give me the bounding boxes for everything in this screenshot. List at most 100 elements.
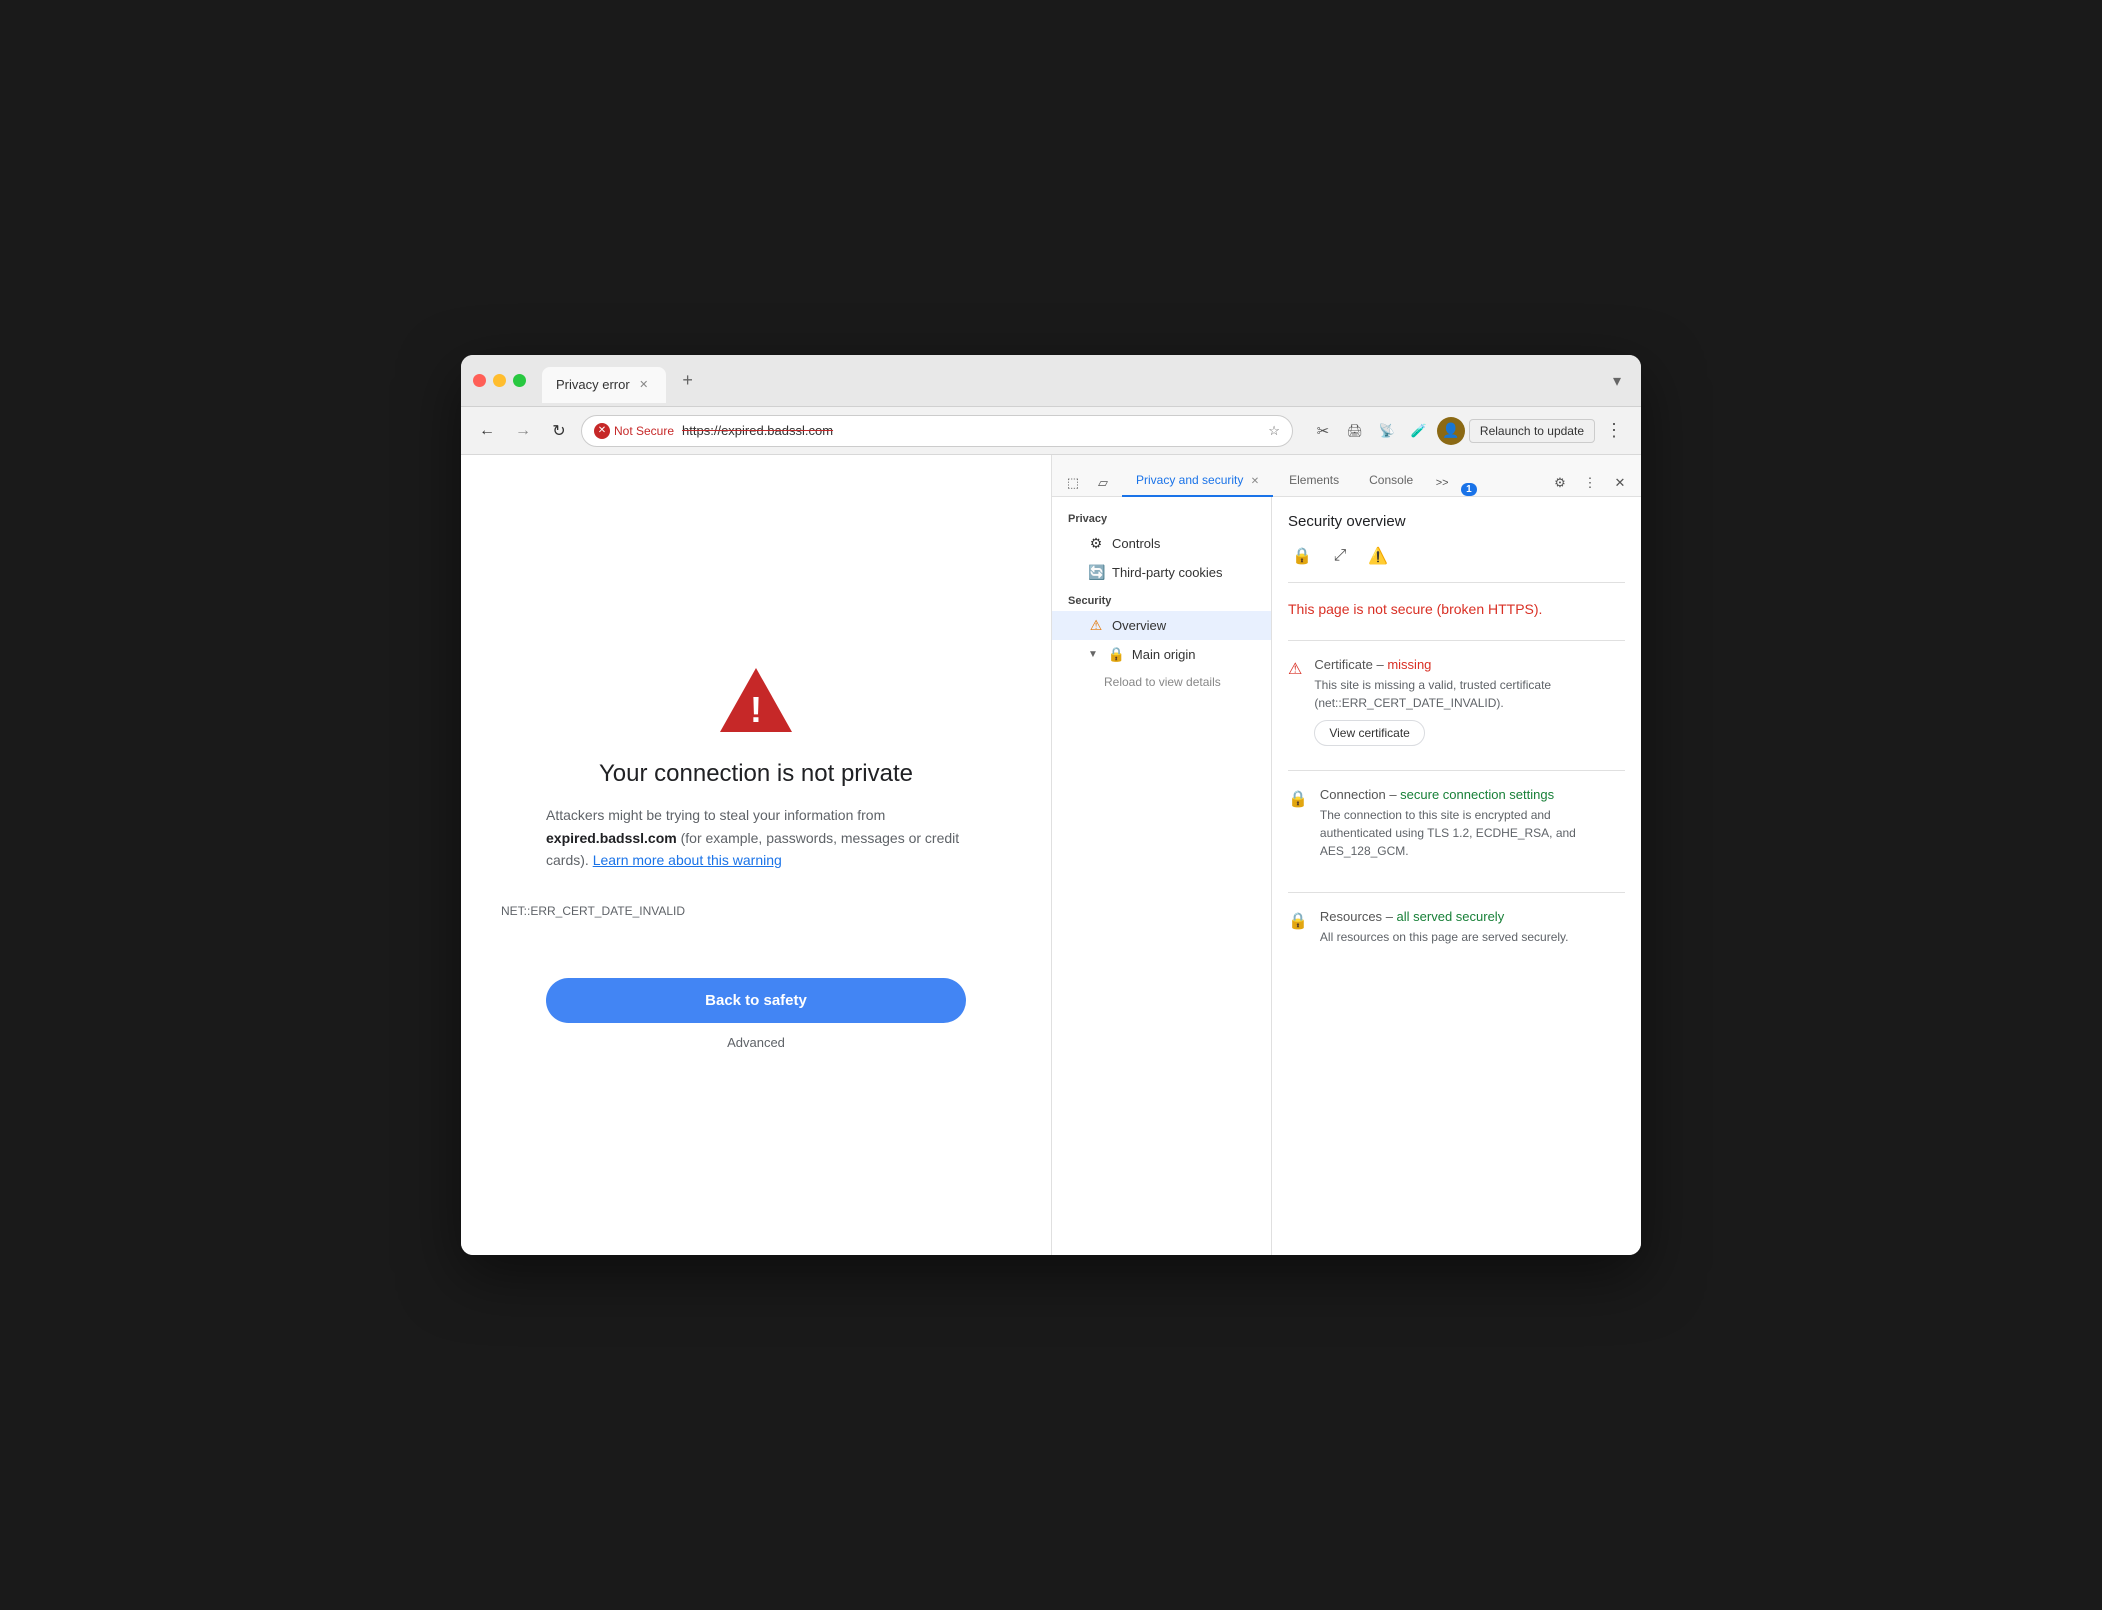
devtools-security-content: Security overview 🔒 ⤢ ⚠️ This page is no… <box>1272 497 1641 1255</box>
not-secure-icon: ✕ <box>594 423 610 439</box>
new-tab-button[interactable]: + <box>674 367 702 395</box>
certificate-warning-icon: ⚠ <box>1288 659 1302 746</box>
security-status-icons: 🔒 ⤢ ⚠️ <box>1288 542 1625 583</box>
minimize-traffic-light[interactable] <box>493 374 506 387</box>
error-description: Attackers might be trying to steal your … <box>546 804 966 871</box>
print-icon[interactable]: 🖨 <box>1341 417 1369 445</box>
overview-warning-icon: ⚠ <box>1088 617 1104 634</box>
resources-title: Resources – all served securely <box>1320 909 1569 924</box>
connection-title: Connection – secure connection settings <box>1320 787 1625 802</box>
inspect-element-icon[interactable]: ⬚ <box>1060 470 1086 496</box>
resources-content: Resources – all served securely All reso… <box>1320 909 1569 954</box>
tab-label: Privacy error <box>556 377 630 392</box>
warning-status-icon[interactable]: ⚠️ <box>1364 542 1392 570</box>
resources-status: all served securely <box>1397 909 1505 924</box>
labs-icon[interactable]: 🧪 <box>1405 417 1433 445</box>
error-title: Your connection is not private <box>599 760 913 788</box>
cut-icon[interactable]: ✂ <box>1309 417 1337 445</box>
connection-desc: The connection to this site is encrypted… <box>1320 806 1625 860</box>
profile-avatar[interactable]: 👤 <box>1437 417 1465 445</box>
sidebar-item-overview[interactable]: ⚠ Overview <box>1052 611 1271 640</box>
address-bar-icons: ☆ <box>1268 423 1280 439</box>
svg-text:!: ! <box>750 689 762 730</box>
lock-status-icon[interactable]: 🔒 <box>1288 542 1316 570</box>
certificate-status: missing <box>1387 657 1431 672</box>
security-overview-title: Security overview <box>1288 513 1625 530</box>
back-to-safety-button[interactable]: Back to safety <box>546 978 966 1023</box>
sidebar-item-controls[interactable]: ⚙ Controls <box>1052 529 1271 558</box>
forward-button[interactable]: → <box>509 417 537 445</box>
devtools-more-icon[interactable]: ⋮ <box>1577 470 1603 496</box>
content-divider-1 <box>1288 640 1625 641</box>
main-origin-lock-icon: 🔒 <box>1108 646 1124 663</box>
bookmark-icon[interactable]: ☆ <box>1268 423 1280 439</box>
devtools-tabs-bar: ⬚ ▱ Privacy and security ✕ Elements Cons… <box>1052 455 1641 497</box>
devtools-close-icon[interactable]: ✕ <box>1607 470 1633 496</box>
view-certificate-button[interactable]: View certificate <box>1314 720 1424 746</box>
devtools-dock-icons: ⬚ ▱ <box>1060 470 1116 496</box>
chat-badge: 1 <box>1461 483 1477 496</box>
title-bar: Privacy error ✕ + ▾ <box>461 355 1641 407</box>
error-code: NET::ERR_CERT_DATE_INVALID <box>501 904 685 918</box>
devtools-sidebar: Privacy ⚙ Controls 🔄 Third-party cookies… <box>1052 497 1272 1255</box>
devtools-body: Privacy ⚙ Controls 🔄 Third-party cookies… <box>1052 497 1641 1255</box>
cookies-icon: 🔄 <box>1088 564 1104 581</box>
advanced-link[interactable]: Advanced <box>727 1035 785 1050</box>
relaunch-button[interactable]: Relaunch to update <box>1469 419 1595 443</box>
connection-status: secure connection settings <box>1400 787 1554 802</box>
close-traffic-light[interactable] <box>473 374 486 387</box>
certificate-content: Certificate – missing This site is missi… <box>1314 657 1625 746</box>
active-tab[interactable]: Privacy error ✕ <box>542 367 666 403</box>
connection-item: 🔒 Connection – secure connection setting… <box>1288 787 1625 868</box>
tab-privacy-security[interactable]: Privacy and security ✕ <box>1122 465 1273 497</box>
sidebar-item-reload-details: Reload to view details <box>1052 669 1271 695</box>
tab-privacy-close[interactable]: ✕ <box>1251 476 1259 487</box>
url-display: https://expired.badssl.com <box>682 423 833 438</box>
content-divider-2 <box>1288 770 1625 771</box>
url-domain: expired.badssl.com <box>721 423 833 438</box>
more-menu-button[interactable]: ⋮ <box>1599 418 1629 443</box>
main-content: ! Your connection is not private Attacke… <box>461 455 1641 1255</box>
error-page: ! Your connection is not private Attacke… <box>461 455 1051 1255</box>
warning-triangle-icon: ! <box>716 660 796 740</box>
traffic-lights <box>473 374 526 387</box>
toolbar-icons: ✂ 🖨 📡 🧪 👤 Relaunch to update ⋮ <box>1309 417 1629 445</box>
connection-lock-icon: 🔒 <box>1288 789 1308 868</box>
not-secure-label: Not Secure <box>614 424 674 438</box>
privacy-section-label: Privacy <box>1052 505 1271 529</box>
address-bar[interactable]: ✕ Not Secure https://expired.badssl.com … <box>581 415 1293 447</box>
security-section-label: Security <box>1052 587 1271 611</box>
tab-console[interactable]: Console <box>1355 465 1427 497</box>
device-toolbar-icon[interactable]: ▱ <box>1090 470 1116 496</box>
resources-item: 🔒 Resources – all served securely All re… <box>1288 909 1625 954</box>
url-protocol: https:// <box>682 423 721 438</box>
learn-more-link[interactable]: Learn more about this warning <box>593 852 782 868</box>
devtools-panel: ⬚ ▱ Privacy and security ✕ Elements Cons… <box>1051 455 1641 1255</box>
reload-button[interactable]: ↻ <box>545 417 573 445</box>
nav-bar: ← → ↻ ✕ Not Secure https://expired.badss… <box>461 407 1641 455</box>
error-site-name: expired.badssl.com <box>546 830 677 846</box>
resources-lock-icon: 🔒 <box>1288 911 1308 954</box>
security-status-text: This page is not secure (broken HTTPS). <box>1288 599 1625 620</box>
controls-icon: ⚙ <box>1088 535 1104 552</box>
tab-list-button[interactable]: ▾ <box>1605 369 1629 393</box>
sidebar-item-cookies[interactable]: 🔄 Third-party cookies <box>1052 558 1271 587</box>
devtools-settings-icon[interactable]: ⚙ <box>1547 470 1573 496</box>
chevron-down-icon: ▼ <box>1088 649 1098 660</box>
not-secure-badge[interactable]: ✕ Not Secure <box>594 423 674 439</box>
sidebar-item-main-origin[interactable]: ▼ 🔒 Main origin <box>1052 640 1271 669</box>
cast-icon[interactable]: 📡 <box>1373 417 1401 445</box>
resources-desc: All resources on this page are served se… <box>1320 928 1569 946</box>
back-button[interactable]: ← <box>473 417 501 445</box>
certificate-item: ⚠ Certificate – missing This site is mis… <box>1288 657 1625 746</box>
content-divider-3 <box>1288 892 1625 893</box>
certificate-title: Certificate – missing <box>1314 657 1625 672</box>
browser-window: Privacy error ✕ + ▾ ← → ↻ ✕ Not Secure h… <box>461 355 1641 1255</box>
tab-elements[interactable]: Elements <box>1275 465 1353 497</box>
maximize-traffic-light[interactable] <box>513 374 526 387</box>
expand-status-icon[interactable]: ⤢ <box>1326 542 1354 570</box>
tab-close-button[interactable]: ✕ <box>636 377 652 393</box>
certificate-desc: This site is missing a valid, trusted ce… <box>1314 676 1625 712</box>
more-tabs-button[interactable]: >> <box>1429 470 1455 496</box>
connection-content: Connection – secure connection settings … <box>1320 787 1625 868</box>
